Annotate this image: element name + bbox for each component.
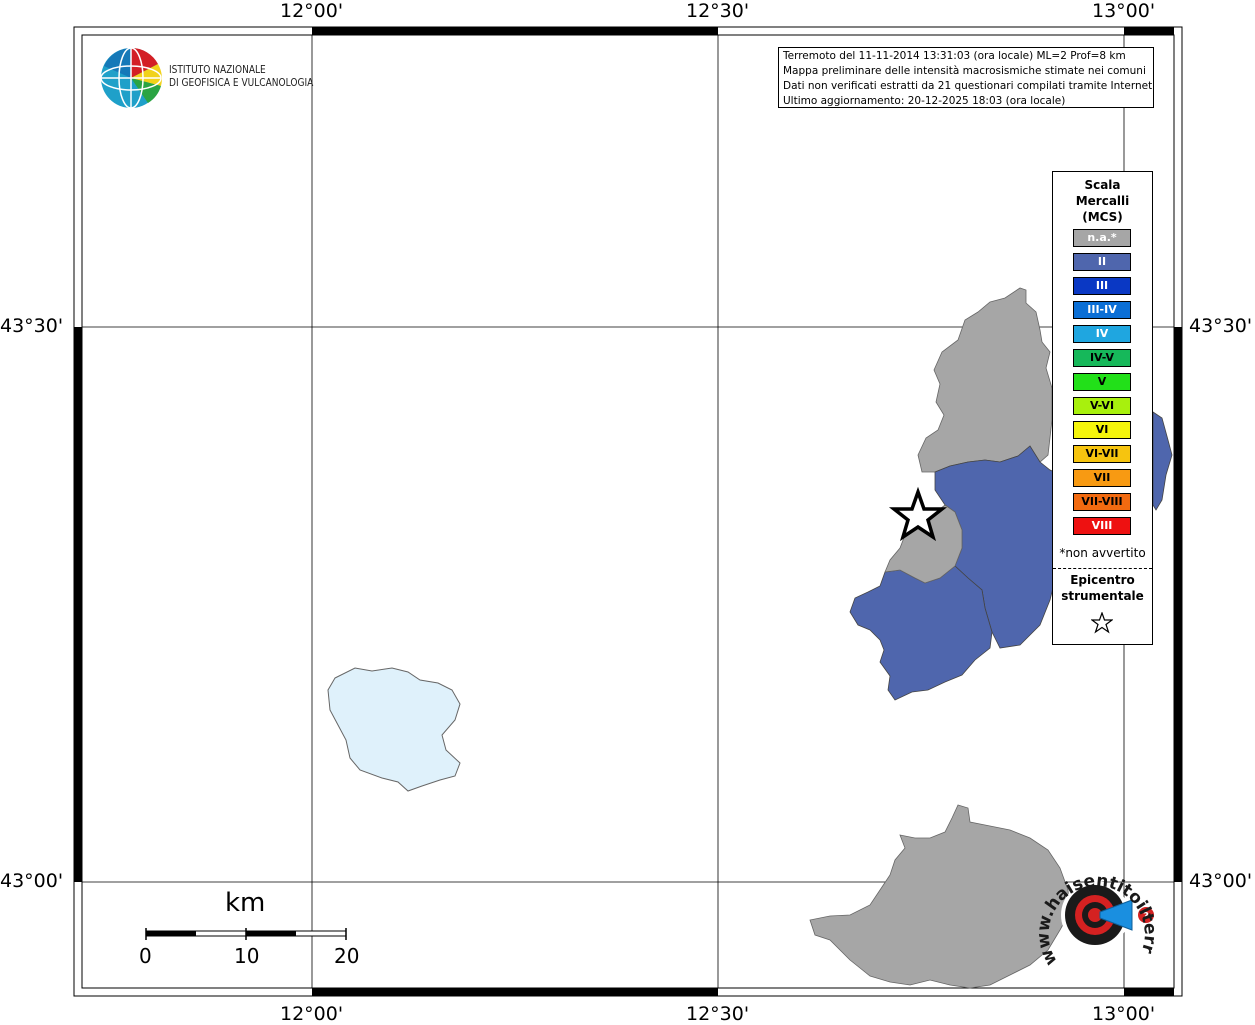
bottom-label-12-00: 12°00': [280, 1003, 344, 1025]
legend-title-line2: Mercalli: [1075, 194, 1130, 208]
legend-swatch-2: III: [1073, 277, 1131, 295]
left-label-43-00: 43°00': [0, 870, 64, 892]
legend-swatch-6: V: [1073, 373, 1131, 391]
institute-name: ISTITUTO NAZIONALE DI GEOFISICA E VULCAN…: [169, 64, 313, 90]
legend-swatch-1: II: [1073, 253, 1131, 271]
legend-title-line3: (MCS): [1082, 210, 1123, 224]
bottom-label-13-00: 13°00': [1092, 1003, 1156, 1025]
legend-epicenter-line2: strumentale: [1061, 589, 1144, 603]
legend-swatch-11: VII-VIII: [1073, 493, 1131, 511]
legend-swatch-4: IV: [1073, 325, 1131, 343]
top-label-12-00: 12°00': [280, 0, 344, 22]
bottom-label-12-30: 12°30': [686, 1003, 750, 1025]
right-label-43-30: 43°30': [1189, 315, 1253, 337]
legend-swatch-9: VI-VII: [1073, 445, 1131, 463]
left-label-43-30: 43°30': [0, 315, 64, 337]
legend-swatch-10: VII: [1073, 469, 1131, 487]
legend-epicenter-label: Epicentro strumentale: [1053, 572, 1152, 604]
scale-bar-unit: km: [225, 888, 266, 918]
institute-name-line2: DI GEOFISICA E VULCANOLOGIA: [169, 77, 314, 89]
legend-swatch-8: VI: [1073, 421, 1131, 439]
scale-bar-tick-10: 10: [234, 944, 260, 968]
top-label-13-00: 13°00': [1092, 0, 1156, 22]
legend-title: Scala Mercalli (MCS): [1053, 177, 1152, 225]
legend-epicenter-line1: Epicentro: [1070, 573, 1135, 587]
scale-bar-tick-20: 20: [334, 944, 360, 968]
legend-divider: [1053, 568, 1152, 569]
legend-title-line1: Scala: [1084, 178, 1121, 192]
legend-swatch-3: III-IV: [1073, 301, 1131, 319]
event-info-line2: Mappa preliminare delle intensità macros…: [783, 65, 1146, 77]
legend-swatch-7: V-VI: [1073, 397, 1131, 415]
event-info-line1: Terremoto del 11-11-2014 13:31:03 (ora l…: [783, 50, 1126, 62]
mcs-legend: Scala Mercalli (MCS) n.a.* II III III-IV IV I…: [1052, 171, 1153, 645]
ingv-logo-icon: [100, 47, 162, 109]
event-info-box: Terremoto del 11-11-2014 13:31:03 (ora l…: [778, 47, 1154, 108]
legend-swatch-5: IV-V: [1073, 349, 1131, 367]
right-label-43-00: 43°00': [1189, 870, 1253, 892]
legend-note: *non avvertito: [1059, 546, 1146, 560]
top-label-12-30: 12°30': [686, 0, 750, 22]
legend-swatch-0: n.a.*: [1073, 229, 1131, 247]
institute-name-line1: ISTITUTO NAZIONALE: [169, 64, 266, 76]
scale-bar-tick-0: 0: [139, 944, 152, 968]
legend-star-icon: [1091, 612, 1113, 634]
event-info-line3: Dati non verificati estratti da 21 quest…: [783, 80, 1154, 92]
legend-swatch-12: VIII: [1073, 517, 1131, 535]
event-info-line4: Ultimo aggiornamento: 20-12-2025 18:03 (…: [783, 95, 1066, 107]
